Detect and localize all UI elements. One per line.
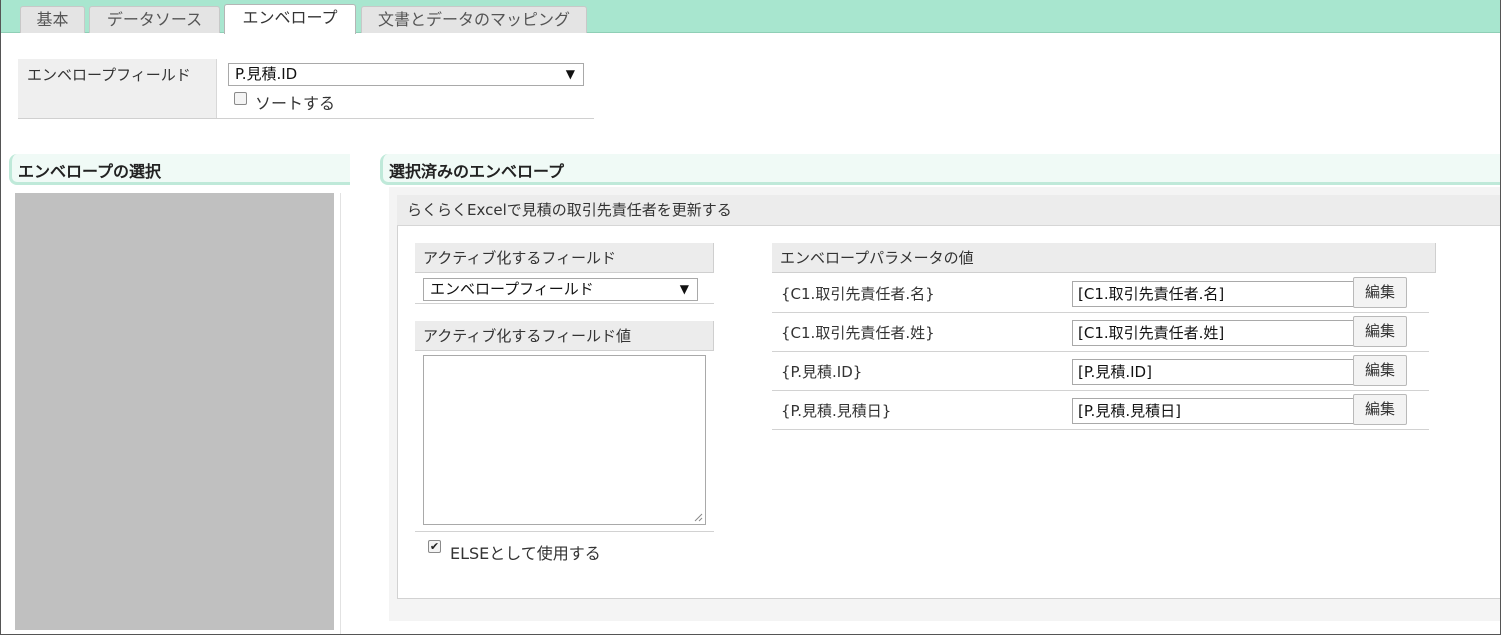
param-value-input[interactable]: [P.見積.ID] (1072, 359, 1354, 385)
param-name: {C1.取引先責任者.名} (781, 285, 935, 303)
edit-button[interactable]: 編集 (1353, 316, 1407, 347)
dropdown-arrow-icon: ▼ (565, 67, 575, 81)
edit-button[interactable]: 編集 (1353, 394, 1407, 425)
activate-value-header: アクティブ化するフィールド値 (415, 321, 714, 351)
param-value-input[interactable]: [P.見積.見積日] (1072, 398, 1354, 424)
resize-grip-icon[interactable] (694, 513, 703, 522)
envelope-field-selected: P.見積.ID (235, 65, 298, 83)
param-value-input[interactable]: [C1.取引先責任者.姓] (1072, 320, 1354, 346)
divider (340, 193, 341, 635)
divider (415, 303, 714, 304)
activate-value-textarea[interactable] (423, 355, 706, 525)
sort-label: ソートする (255, 94, 336, 113)
param-name: {P.見積.ID} (781, 363, 863, 381)
activate-field-selected: エンベロープフィールド (430, 280, 594, 298)
tab-bar: 基本 データソース エンベロープ 文書とデータのマッピング (0, 0, 1501, 34)
divider (772, 312, 1429, 313)
activate-field-header: アクティブ化するフィールド (415, 243, 714, 273)
param-value-input[interactable]: [C1.取引先責任者.名] (1072, 281, 1354, 307)
activate-field-select[interactable]: エンベロープフィールド ▼ (423, 278, 698, 301)
tab-basic[interactable]: 基本 (20, 6, 85, 33)
params-header: エンベロープパラメータの値 (772, 243, 1436, 273)
else-label: ELSEとして使用する (450, 544, 601, 563)
tab-envelope[interactable]: エンベロープ (224, 4, 356, 34)
envelope-list-panel[interactable] (15, 193, 334, 630)
divider (772, 429, 1429, 430)
divider (415, 531, 714, 532)
envelope-field-select[interactable]: P.見積.ID ▼ (228, 63, 584, 86)
edit-button[interactable]: 編集 (1353, 277, 1407, 308)
envelope-card-title: らくらくExcelで見積の取引先責任者を更新する (397, 195, 1501, 226)
divider (772, 351, 1429, 352)
param-name: {P.見積.見積日} (781, 402, 892, 420)
else-checkbox[interactable]: ✔ (428, 540, 441, 553)
envelope-select-header: エンベロープの選択 (9, 154, 350, 185)
edit-button[interactable]: 編集 (1353, 355, 1407, 386)
dropdown-arrow-icon: ▼ (679, 282, 689, 296)
tab-document-mapping[interactable]: 文書とデータのマッピング (361, 6, 587, 33)
divider (772, 390, 1429, 391)
param-name: {C1.取引先責任者.姓} (781, 324, 935, 342)
tab-datasource[interactable]: データソース (89, 6, 220, 33)
envelope-field-label: エンベロープフィールド (18, 59, 217, 118)
selected-envelope-header: 選択済みのエンベロープ (380, 154, 1501, 185)
sort-checkbox[interactable] (234, 92, 247, 105)
